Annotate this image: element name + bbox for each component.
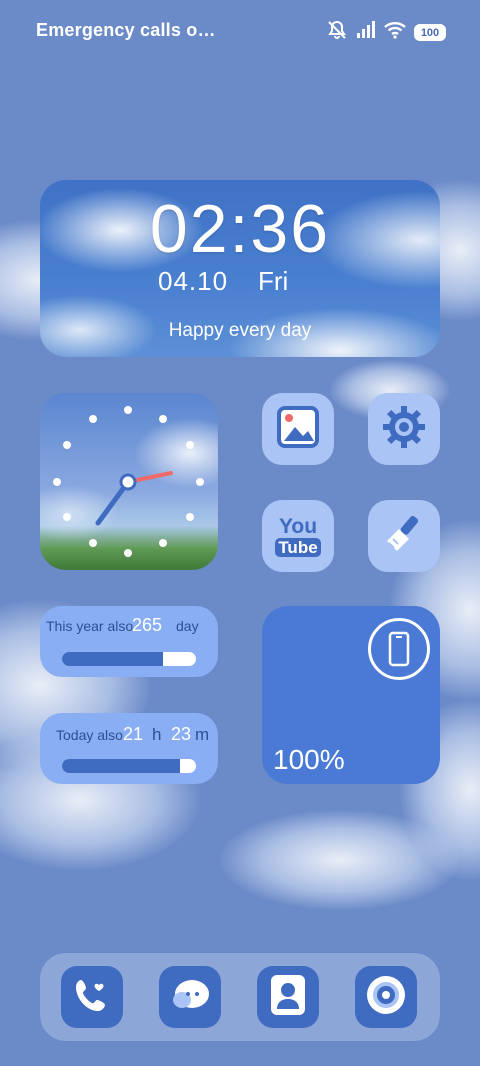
battery-icon: 100 [414,24,446,41]
phone-icon [72,975,112,1020]
camera-icon [364,973,408,1022]
analog-clock-widget[interactable] [40,393,218,570]
camera-app[interactable] [355,966,417,1028]
cleaner-app[interactable] [368,500,440,572]
today-hours-unit: h [152,725,162,744]
clock-day: Fri [258,266,289,296]
youtube-glyph-bottom: Tube [275,537,321,557]
today-minutes-unit: m [195,725,210,744]
youtube-app[interactable]: You Tube [262,500,334,572]
today-progress-fill [62,759,180,773]
dock [40,953,440,1041]
year-prefix: This year also [46,618,134,634]
settings-app[interactable] [368,393,440,465]
today-progress-widget[interactable]: Today also 21 h 23 m [40,713,218,784]
phone-device-icon [368,618,430,680]
signal-icon [356,21,376,44]
year-days-value: 265 [132,615,163,635]
year-unit: day [176,618,199,634]
youtube-icon: You Tube [275,514,321,557]
gallery-icon [276,405,320,454]
year-progress-bar [62,652,196,666]
clock-time: 02:36 [149,191,331,267]
phone-app[interactable] [61,966,123,1028]
gear-icon [380,403,428,456]
battery-widget[interactable]: 100% [262,606,440,784]
analog-clock-face [53,406,204,557]
messages-app[interactable] [159,966,221,1028]
wifi-icon [384,21,406,44]
today-prefix: Today also [56,727,123,743]
carrier-status-text: Emergency calls o… [36,20,216,40]
mute-icon [326,20,348,45]
contacts-app[interactable] [257,966,319,1028]
broom-icon [381,511,427,562]
battery-percent: 100% [273,744,345,775]
today-progress-bar [62,759,196,773]
clock-center [119,473,137,491]
contact-icon [269,973,307,1022]
year-progress-fill [62,652,163,666]
today-minutes-value: 23 [171,724,192,744]
clock-date: 04.10 [158,266,229,296]
status-bar: Emergency calls o… 100 [0,0,480,62]
year-progress-widget[interactable]: This year also 265 day [40,606,218,677]
gallery-app[interactable] [262,393,334,465]
chat-icon [168,975,212,1020]
clock-widget[interactable]: 02:36 04.10 Fri Happy every day [40,180,440,357]
clock-motto: Happy every day [168,320,312,341]
youtube-glyph-top: You [278,514,318,538]
status-icons: 100 [326,20,446,45]
today-hours-value: 21 [123,724,144,744]
